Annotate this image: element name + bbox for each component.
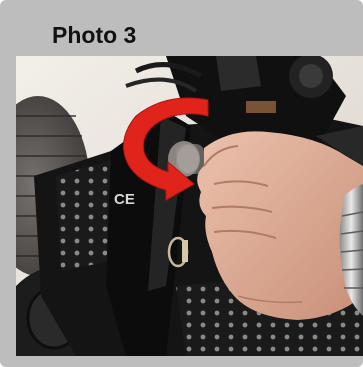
photo-illustration: CE [16, 56, 363, 356]
photo-card: Photo 3 CE [0, 0, 363, 367]
ce-mark: CE [114, 191, 135, 208]
photo-title: Photo 3 [52, 22, 137, 48]
photo: CE [16, 56, 363, 356]
